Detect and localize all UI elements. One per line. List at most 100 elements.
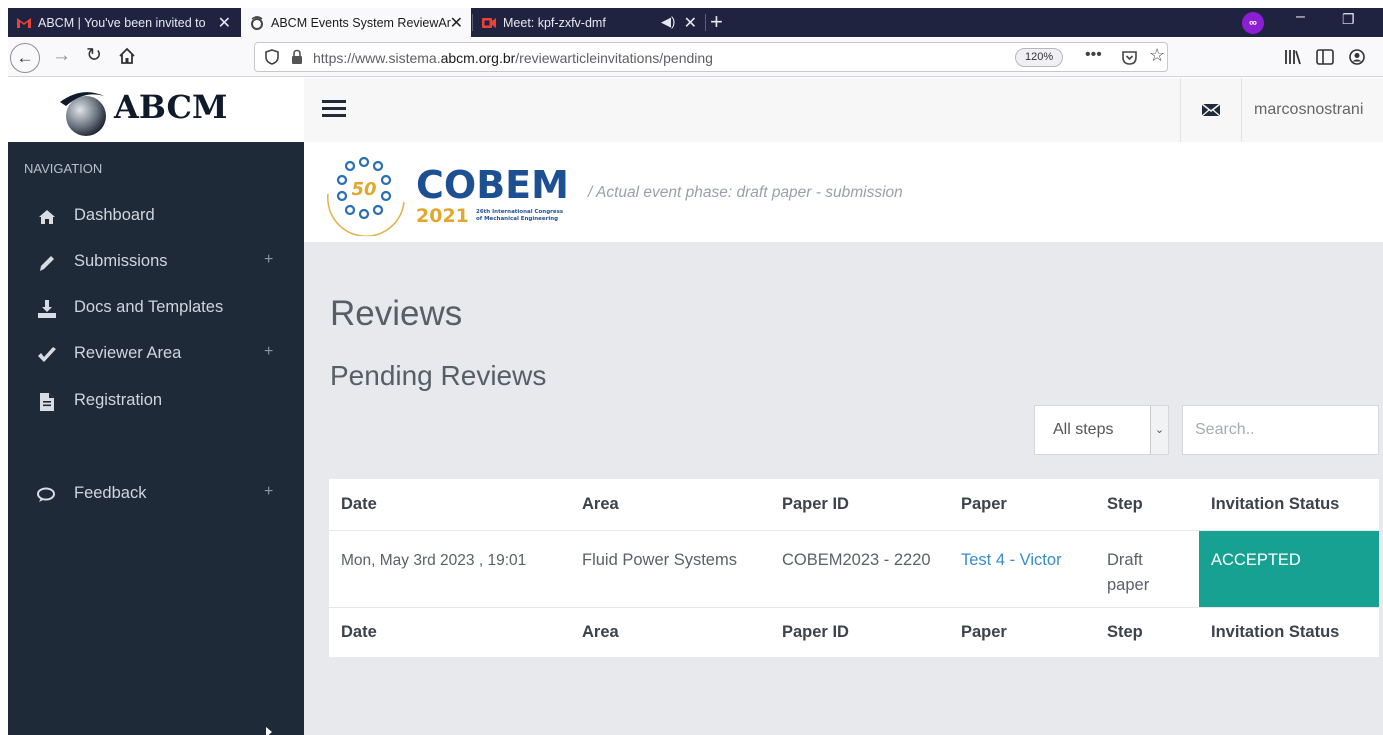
download-icon <box>38 300 56 318</box>
tab-divider <box>705 14 706 31</box>
minimize-icon[interactable]: – <box>1296 8 1305 26</box>
expand-icon[interactable]: + <box>264 251 273 269</box>
pocket-icon[interactable] <box>1121 49 1138 66</box>
main-content: 50 COBEM 2021 26th International Congres… <box>304 142 1383 735</box>
sidebar-item-label: Registration <box>74 391 163 409</box>
column-header-invitation-status[interactable]: Invitation Status <box>1199 479 1379 530</box>
close-icon[interactable]: ✕ <box>450 13 463 33</box>
column-header-date[interactable]: Date <box>329 479 570 530</box>
section-title: Pending Reviews <box>330 360 547 391</box>
tab-gmail[interactable]: ABCM | You've been invited to ✕ <box>8 8 239 37</box>
sidebar-item-registration[interactable]: Registration <box>8 381 304 421</box>
menu-toggle-icon[interactable] <box>322 100 346 120</box>
cobem-2021-logo: 50 COBEM 2021 26th International Congres… <box>327 156 569 236</box>
column-footer-area: Area <box>582 622 619 641</box>
home-icon <box>39 210 55 224</box>
check-icon <box>38 347 56 362</box>
cobem-subtitle-2: of Mechanical Engineering <box>476 216 558 222</box>
sidebar-item-label: Dashboard <box>74 206 155 224</box>
column-footer-step: Step <box>1107 622 1143 641</box>
sidebar-item-dashboard[interactable]: Dashboard <box>8 196 304 236</box>
expand-icon[interactable]: + <box>264 343 273 361</box>
private-browsing-icon: ∞ <box>1242 12 1264 34</box>
search-input[interactable] <box>1182 405 1379 455</box>
gmail-icon <box>17 17 31 28</box>
paper-link[interactable]: Test 4 - Victor <box>961 551 1062 569</box>
restore-icon[interactable]: ❐ <box>1342 11 1355 28</box>
cell-paper-id: COBEM2023 - 2220 <box>782 550 931 569</box>
shield-icon[interactable] <box>265 49 279 65</box>
pending-reviews-table: Date Area Paper ID Paper Step Invitation… <box>329 479 1379 657</box>
tab-abcm-reviews[interactable]: ABCM Events System ReviewAr ✕ <box>241 8 471 37</box>
column-footer-paper-id: Paper ID <box>782 622 849 641</box>
url-path: /reviewarticleinvitations/pending <box>515 50 713 66</box>
tab-title: ABCM | You've been invited to <box>38 15 206 30</box>
sidebar-item-reviewer-area[interactable]: Reviewer Area + <box>8 334 304 374</box>
home-icon[interactable] <box>118 47 136 65</box>
cobem-brand: COBEM <box>416 163 569 207</box>
sidebar-item-label: Reviewer Area <box>74 344 182 362</box>
envelope-icon[interactable] <box>1201 102 1221 118</box>
new-tab-icon[interactable]: + <box>710 9 723 35</box>
library-icon[interactable] <box>1284 49 1302 65</box>
sidebar: NAVIGATION Dashboard Submissions + Docs … <box>8 142 304 735</box>
cobem-year: 2021 <box>416 205 469 227</box>
pencil-icon <box>40 256 54 271</box>
abcm-logo-mark <box>60 92 106 136</box>
abcm-icon <box>251 15 263 30</box>
bookmark-star-icon[interactable]: ☆ <box>1149 45 1165 66</box>
more-actions-icon[interactable]: ••• <box>1085 46 1102 64</box>
username[interactable]: marcosnostrani <box>1254 101 1363 119</box>
close-icon[interactable]: ✕ <box>218 13 231 33</box>
tab-title: ABCM Events System ReviewAr <box>271 15 451 30</box>
document-icon <box>40 393 54 411</box>
cobem-subtitle-1: 26th International Congress <box>476 209 564 215</box>
url-domain: abcm.org.br <box>440 50 516 66</box>
zoom-level-badge[interactable]: 120% <box>1015 48 1064 67</box>
header-user-area: marcosnostrani <box>1180 78 1383 142</box>
chevron-down-icon[interactable]: ⌄ <box>1150 406 1168 454</box>
event-banner: 50 COBEM 2021 26th International Congres… <box>304 142 1383 242</box>
divider <box>1241 78 1242 142</box>
column-footer-paper: Paper <box>961 622 1007 641</box>
sidebar-toggle-icon[interactable] <box>1316 49 1334 65</box>
column-header-area[interactable]: Area <box>570 479 770 530</box>
back-arrow-icon[interactable]: ← <box>10 43 40 73</box>
tab-meet[interactable]: Meet: kpf-zxfv-dmf ◀) ✕ <box>473 8 705 37</box>
cell-step: Draft paper <box>1107 550 1150 594</box>
step-filter-select[interactable]: All steps ⌄ <box>1034 405 1169 455</box>
anniversary-number: 50 <box>351 179 376 200</box>
lock-icon[interactable] <box>291 49 303 65</box>
sidebar-item-label: Submissions <box>74 252 168 270</box>
table-row: Mon, May 3rd 2023 , 19:01 Fluid Power Sy… <box>329 530 1379 607</box>
abcm-logo[interactable]: ABCM <box>8 78 304 142</box>
expand-icon[interactable]: + <box>264 483 273 501</box>
column-header-paper[interactable]: Paper <box>949 479 1095 530</box>
meet-icon <box>482 17 496 28</box>
comments-icon <box>37 487 55 502</box>
column-footer-date: Date <box>341 622 377 641</box>
cell-date: Mon, May 3rd 2023 , 19:01 <box>341 551 527 569</box>
reload-icon[interactable]: ↻ <box>86 44 102 67</box>
mouse-cursor <box>266 727 272 735</box>
speaker-icon[interactable]: ◀) <box>661 14 675 30</box>
event-phase: / Actual event phase: draft paper - subm… <box>588 184 903 201</box>
table-header-row: Date Area Paper ID Paper Step Invitation… <box>329 479 1379 530</box>
tab-title: Meet: kpf-zxfv-dmf <box>503 15 606 30</box>
column-header-paper-id[interactable]: Paper ID <box>770 479 949 530</box>
sidebar-item-docs-templates[interactable]: Docs and Templates <box>8 288 304 328</box>
step-filter-value: All steps <box>1053 421 1114 438</box>
url-text[interactable]: https://www.sistema.abcm.org.br/reviewar… <box>313 50 713 66</box>
sidebar-item-feedback[interactable]: Feedback + <box>8 474 304 514</box>
close-icon[interactable]: ✕ <box>684 13 697 33</box>
table-footer-row: Date Area Paper ID Paper Step Invitation… <box>329 607 1379 657</box>
browser-window: ABCM | You've been invited to ✕ ABCM Eve… <box>8 8 1383 735</box>
cell-area: Fluid Power Systems <box>582 550 737 569</box>
column-header-step[interactable]: Step <box>1095 479 1199 530</box>
account-icon[interactable] <box>1349 49 1365 65</box>
sidebar-item-label: Docs and Templates <box>74 298 224 316</box>
forward-arrow-icon[interactable]: → <box>52 45 71 67</box>
url-bar[interactable]: https://www.sistema.abcm.org.br/reviewar… <box>254 42 1168 72</box>
sidebar-item-submissions[interactable]: Submissions + <box>8 242 304 282</box>
column-footer-invitation-status: Invitation Status <box>1211 622 1340 641</box>
